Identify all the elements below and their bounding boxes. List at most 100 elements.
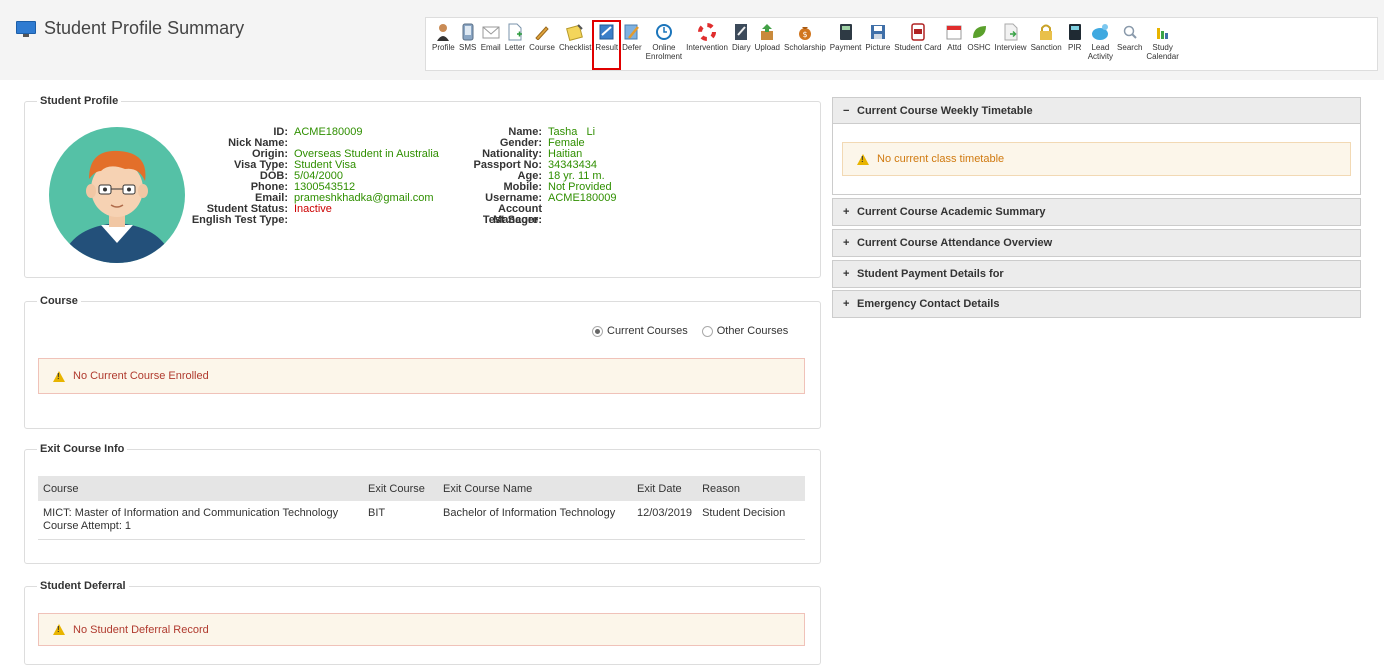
emergency-contact-header[interactable]: + Emergency Contact Details <box>833 291 1360 317</box>
save-icon <box>869 23 887 41</box>
toolbar-attd-button[interactable]: Attd <box>943 21 965 71</box>
toolbar-search-button[interactable]: Search <box>1115 21 1144 71</box>
attendance-overview-panel[interactable]: + Current Course Attendance Overview <box>832 229 1361 257</box>
expand-icon: + <box>843 298 850 310</box>
no-deferral-alert: No Student Deferral Record <box>38 613 805 646</box>
profile-row: Test Score: <box>482 214 542 226</box>
student-profile-section: Student Profile ID: ACME180009 Nick Name… <box>24 95 821 278</box>
profile-row: English Test Type: <box>191 214 288 226</box>
bar-chart-icon <box>1154 23 1172 41</box>
course-legend: Course <box>37 295 81 307</box>
interview-doc-icon <box>1002 23 1020 41</box>
toolbar-study-calendar-button[interactable]: Study Calendar <box>1144 21 1180 71</box>
toolbar-intervention-button[interactable]: Intervention <box>684 21 730 71</box>
profile-left-details: ID: ACME180009 Nick Name: Origin: Overseas… <box>167 127 439 226</box>
collapse-icon: − <box>843 104 850 117</box>
person-icon <box>434 23 452 41</box>
toolbar-oshc-button[interactable]: OSHC <box>965 21 992 71</box>
student-deferral-legend: Student Deferral <box>37 580 129 592</box>
action-toolbar: Profile SMS Email Letter Course Checklis… <box>425 17 1378 71</box>
toolbar-course-button[interactable]: Course <box>527 21 557 71</box>
exit-course-name-cell: Bachelor of Information Technology <box>443 507 616 519</box>
envelope-icon <box>482 23 500 41</box>
expand-icon: + <box>843 237 850 249</box>
exit-date-cell: 12/03/2019 <box>637 507 693 519</box>
pir-calculator-icon <box>1066 23 1084 41</box>
course-cell: MICT: Master of Information and Communic… <box>43 507 339 532</box>
toolbar-defer-button[interactable]: Defer <box>620 21 644 71</box>
student-id: ACME180009 <box>294 126 363 138</box>
student-profile-legend: Student Profile <box>37 95 122 107</box>
page-title-text: Student Profile Summary <box>44 18 245 38</box>
top-bar: Student Profile Summary Profile SMS Emai… <box>0 0 1384 80</box>
toolbar-email-button[interactable]: Email <box>479 21 503 71</box>
academic-summary-header[interactable]: + Current Course Academic Summary <box>833 199 1360 225</box>
profile-row: ID: ACME180009 <box>273 126 363 138</box>
clock-icon <box>655 23 673 41</box>
weekly-timetable-header[interactable]: − Current Course Weekly Timetable <box>833 98 1360 124</box>
toolbar-result-button[interactable]: Result <box>592 20 622 70</box>
toolbar-letter-button[interactable]: Letter <box>503 21 527 71</box>
phone-icon <box>459 23 477 41</box>
student-status: Inactive <box>294 203 332 215</box>
weekly-timetable-panel: − Current Course Weekly Timetable No cur… <box>832 97 1361 195</box>
toolbar-student-card-button[interactable]: Student Card <box>892 21 943 71</box>
reason-cell: Student Decision <box>702 507 786 519</box>
toolbar-profile-button[interactable]: Profile <box>430 21 457 71</box>
column-header: Exit Date <box>632 476 698 501</box>
exit-course-cell: BIT <box>368 507 386 519</box>
toolbar-checklist-button[interactable]: Checklist <box>557 21 593 71</box>
username: ACME180009 <box>548 192 617 204</box>
no-timetable-alert: No current class timetable <box>842 142 1351 176</box>
calendar-icon <box>945 23 963 41</box>
lead-activity-icon <box>1091 23 1109 41</box>
table-row: MICT: Master of Information and Communic… <box>38 501 805 540</box>
page-title: Student Profile Summary <box>16 18 244 39</box>
toolbar-sanction-button[interactable]: Sanction <box>1029 21 1064 71</box>
toolbar-scholarship-button[interactable]: $ Scholarship <box>782 21 828 71</box>
column-header: Exit Course Name <box>438 476 632 501</box>
other-courses-radio[interactable]: Other Courses <box>701 325 788 337</box>
toolbar-sms-button[interactable]: SMS <box>457 21 479 71</box>
no-course-alert: No Current Course Enrolled <box>38 358 805 394</box>
column-header: Exit Course <box>363 476 438 501</box>
course-filter-radios: Current Courses Other Courses <box>592 325 788 337</box>
expand-icon: + <box>843 206 850 218</box>
profile-right-details: Name: Tasha Li Gender: Female Nationality:… <box>451 127 617 226</box>
exit-course-legend: Exit Course Info <box>37 443 128 455</box>
column-header: Reason <box>697 476 805 501</box>
diary-icon <box>732 23 750 41</box>
student-avatar <box>49 127 185 263</box>
money-bag-icon: $ <box>796 23 814 41</box>
payment-details-panel[interactable]: + Student Payment Details for <box>832 260 1361 288</box>
payment-details-header[interactable]: + Student Payment Details for <box>833 261 1360 287</box>
radio-unselected-indicator <box>701 325 713 337</box>
current-courses-radio[interactable]: Current Courses <box>592 325 688 337</box>
exit-course-table: Course Exit Course Exit Course Name Exit… <box>38 476 805 540</box>
checklist-icon <box>566 23 584 41</box>
table-header-row: Course Exit Course Exit Course Name Exit… <box>38 476 805 501</box>
emergency-contact-panel[interactable]: + Emergency Contact Details <box>832 290 1361 318</box>
toolbar-picture-button[interactable]: Picture <box>863 21 892 71</box>
warning-icon <box>53 370 65 382</box>
column-header: Course <box>38 476 363 501</box>
leaf-icon <box>970 23 988 41</box>
lifebuoy-icon <box>698 23 717 41</box>
pencil-icon <box>533 23 551 41</box>
warning-icon <box>53 624 65 635</box>
document-icon <box>506 23 524 41</box>
toolbar-upload-button[interactable]: Upload <box>753 21 782 71</box>
radio-selected-indicator <box>592 325 603 337</box>
toolbar-pir-button[interactable]: PIR <box>1064 21 1086 71</box>
monitor-icon <box>16 20 36 37</box>
academic-summary-panel[interactable]: + Current Course Academic Summary <box>832 198 1361 226</box>
toolbar-diary-button[interactable]: Diary <box>730 21 753 71</box>
toolbar-online-enrolment-button[interactable]: Online Enrolment <box>644 21 684 71</box>
attendance-overview-header[interactable]: + Current Course Attendance Overview <box>833 230 1360 256</box>
toolbar-interview-button[interactable]: Interview <box>993 21 1029 71</box>
toolbar-payment-button[interactable]: Payment <box>828 21 864 71</box>
exit-course-section: Exit Course Info Course Exit Course Exit… <box>24 443 821 564</box>
expand-icon: + <box>843 268 850 280</box>
toolbar-lead-activity-button[interactable]: Lead Activity <box>1086 21 1115 71</box>
result-icon <box>598 23 616 41</box>
